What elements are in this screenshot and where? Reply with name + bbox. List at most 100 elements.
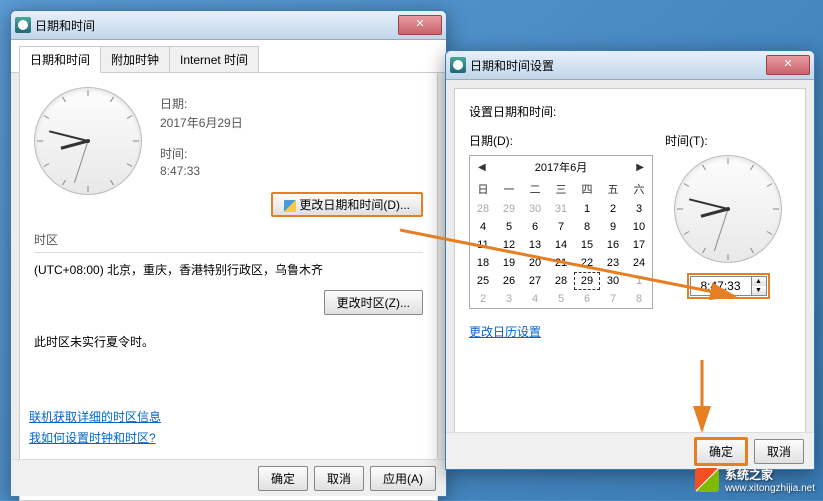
calendar-day[interactable]: 20 bbox=[522, 254, 548, 272]
calendar-day[interactable]: 15 bbox=[574, 236, 600, 254]
calendar-day[interactable]: 30 bbox=[600, 272, 626, 290]
calendar-day[interactable]: 29 bbox=[496, 200, 522, 218]
prev-month-button[interactable]: ◀ bbox=[476, 160, 488, 175]
change-datetime-button[interactable]: 更改日期和时间(D)... bbox=[271, 192, 423, 217]
calendar-day[interactable]: 26 bbox=[496, 272, 522, 290]
dialog-footer: 确定 取消 bbox=[446, 432, 814, 469]
calendar-day[interactable]: 5 bbox=[496, 218, 522, 236]
calendar-day[interactable]: 19 bbox=[496, 254, 522, 272]
calendar-day[interactable]: 23 bbox=[600, 254, 626, 272]
tab-additional-clocks[interactable]: 附加时钟 bbox=[100, 46, 170, 72]
calendar-day[interactable]: 6 bbox=[574, 290, 600, 308]
time-input[interactable] bbox=[690, 276, 752, 296]
howto-set-clock-link[interactable]: 我如何设置时钟和时区? bbox=[29, 429, 161, 446]
calendar-day[interactable]: 5 bbox=[548, 290, 574, 308]
time-column-label: 时间(T): bbox=[665, 132, 791, 149]
change-timezone-button[interactable]: 更改时区(Z)... bbox=[324, 290, 423, 315]
online-tz-info-link[interactable]: 联机获取详细的时区信息 bbox=[29, 408, 161, 425]
settings-prompt: 设置日期和时间: bbox=[469, 103, 791, 120]
datetime-settings-window: 日期和时间设置 ✕ 设置日期和时间: 日期(D): ◀ 2017年6月 ▶ 日一… bbox=[445, 50, 815, 470]
datetime-window: 日期和时间 ✕ 日期和时间 附加时钟 Internet 时间 日期: 2017年… bbox=[10, 10, 447, 497]
calendar-day[interactable]: 29 bbox=[574, 272, 600, 290]
calendar-day[interactable]: 28 bbox=[470, 200, 496, 218]
calendar-day[interactable]: 30 bbox=[522, 200, 548, 218]
calendar-day[interactable]: 8 bbox=[626, 290, 652, 308]
calendar-day[interactable]: 27 bbox=[522, 272, 548, 290]
calendar-day[interactable]: 1 bbox=[626, 272, 652, 290]
next-month-button[interactable]: ▶ bbox=[634, 160, 646, 175]
calendar-dow: 二 bbox=[522, 178, 548, 200]
calendar-day[interactable]: 31 bbox=[548, 200, 574, 218]
dialog-footer: 确定 取消 应用(A) bbox=[11, 459, 446, 496]
calendar-day[interactable]: 7 bbox=[548, 218, 574, 236]
calendar-day[interactable]: 8 bbox=[574, 218, 600, 236]
date-value: 2017年6月29日 bbox=[160, 114, 423, 131]
second-hand bbox=[714, 209, 729, 251]
calendar-day[interactable]: 21 bbox=[548, 254, 574, 272]
watermark-url: www.xitongzhijia.net bbox=[725, 483, 815, 494]
calendar-day[interactable]: 3 bbox=[626, 200, 652, 218]
cancel-button[interactable]: 取消 bbox=[314, 466, 364, 491]
tab-internet-time[interactable]: Internet 时间 bbox=[169, 46, 259, 72]
ok-button[interactable]: 确定 bbox=[694, 437, 748, 466]
calendar-day[interactable]: 11 bbox=[470, 236, 496, 254]
time-spin-down[interactable]: ▼ bbox=[752, 286, 766, 295]
date-column-label: 日期(D): bbox=[469, 132, 653, 149]
calendar-day[interactable]: 18 bbox=[470, 254, 496, 272]
calendar-day[interactable]: 14 bbox=[548, 236, 574, 254]
calendar-day[interactable]: 2 bbox=[600, 200, 626, 218]
settings-content: 设置日期和时间: 日期(D): ◀ 2017年6月 ▶ 日一二三四五六28293… bbox=[454, 88, 806, 450]
tab-content: 日期: 2017年6月29日 时间: 8:47:33 更改日期和时间(D)...… bbox=[19, 73, 438, 501]
titlebar[interactable]: 日期和时间设置 ✕ bbox=[446, 51, 814, 80]
shield-icon bbox=[284, 200, 296, 212]
watermark-text: 系统之家 bbox=[725, 466, 815, 483]
titlebar[interactable]: 日期和时间 ✕ bbox=[11, 11, 446, 40]
minute-hand bbox=[49, 130, 88, 142]
calendar-dow: 日 bbox=[470, 178, 496, 200]
calendar-day[interactable]: 24 bbox=[626, 254, 652, 272]
minute-hand bbox=[689, 198, 728, 210]
calendar-dow: 六 bbox=[626, 178, 652, 200]
time-input-group: ▲ ▼ bbox=[687, 273, 770, 299]
calendar-day[interactable]: 12 bbox=[496, 236, 522, 254]
time-spin-up[interactable]: ▲ bbox=[752, 277, 766, 286]
timezone-label: 时区 bbox=[34, 231, 423, 248]
calendar-day[interactable]: 4 bbox=[522, 290, 548, 308]
tab-datetime[interactable]: 日期和时间 bbox=[19, 46, 101, 73]
calendar-day[interactable]: 25 bbox=[470, 272, 496, 290]
calendar-dow: 五 bbox=[600, 178, 626, 200]
calendar-month: 2017年6月 bbox=[535, 159, 588, 175]
calendar-day[interactable]: 17 bbox=[626, 236, 652, 254]
dst-note: 此时区未实行夏令时。 bbox=[34, 333, 423, 350]
calendar-day[interactable]: 4 bbox=[470, 218, 496, 236]
ok-button[interactable]: 确定 bbox=[258, 466, 308, 491]
calendar-dow: 一 bbox=[496, 178, 522, 200]
watermark-logo bbox=[695, 468, 719, 492]
calendar-day[interactable]: 13 bbox=[522, 236, 548, 254]
close-button[interactable]: ✕ bbox=[766, 55, 810, 75]
time-value: 8:47:33 bbox=[160, 164, 423, 178]
close-button[interactable]: ✕ bbox=[398, 15, 442, 35]
calendar-grid: 日一二三四五六282930311234567891011121314151617… bbox=[470, 178, 652, 308]
time-spinner: ▲ ▼ bbox=[752, 276, 767, 296]
calendar-day[interactable]: 3 bbox=[496, 290, 522, 308]
apply-button[interactable]: 应用(A) bbox=[370, 466, 436, 491]
calendar-day[interactable]: 6 bbox=[522, 218, 548, 236]
calendar-dow: 四 bbox=[574, 178, 600, 200]
calendar-day[interactable]: 28 bbox=[548, 272, 574, 290]
calendar-day[interactable]: 1 bbox=[574, 200, 600, 218]
calendar-day[interactable]: 2 bbox=[470, 290, 496, 308]
calendar-day[interactable]: 10 bbox=[626, 218, 652, 236]
window-title: 日期和时间设置 bbox=[470, 57, 766, 74]
date-label: 日期: bbox=[160, 95, 423, 112]
second-hand bbox=[74, 141, 89, 183]
calendar-day[interactable]: 7 bbox=[600, 290, 626, 308]
calendar-day[interactable]: 9 bbox=[600, 218, 626, 236]
change-calendar-settings-link[interactable]: 更改日历设置 bbox=[469, 323, 541, 340]
calendar-day[interactable]: 16 bbox=[600, 236, 626, 254]
watermark: 系统之家 www.xitongzhijia.net bbox=[695, 466, 815, 494]
calendar-day[interactable]: 22 bbox=[574, 254, 600, 272]
cancel-button[interactable]: 取消 bbox=[754, 439, 804, 464]
tab-strip: 日期和时间 附加时钟 Internet 时间 bbox=[11, 40, 446, 73]
analog-clock-settings bbox=[674, 155, 782, 263]
